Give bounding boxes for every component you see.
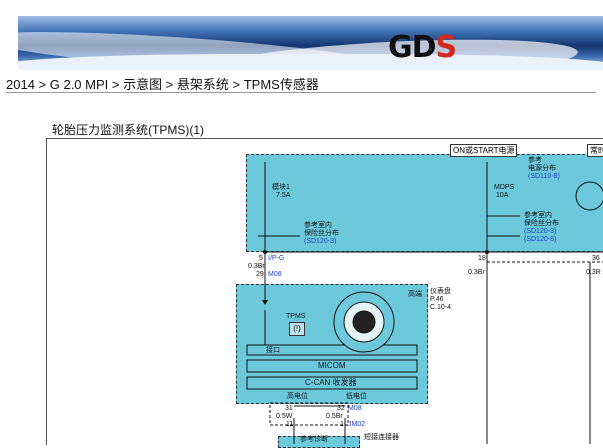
ref-room1-code[interactable]: (SD120-3) xyxy=(304,238,336,246)
wire-0-5w: 0.5W xyxy=(276,413,293,420)
on-start-power-label: ON或START电源 xyxy=(450,144,518,157)
ref-room2-code2[interactable]: (SD120-8) xyxy=(524,236,556,244)
pin-11: 11 xyxy=(286,421,294,428)
ref-room1-label2: 保险丝分布 xyxy=(304,230,339,237)
pin-36: 36 xyxy=(592,255,600,262)
pin-5-label: I/P-G xyxy=(268,255,285,262)
micom-label: MICOM xyxy=(318,361,346,370)
pin-29: 29 xyxy=(256,271,264,278)
wire-0-3r: 0.3R xyxy=(586,269,601,276)
connector-jm02[interactable]: JM02 xyxy=(348,421,365,429)
pin-1: 1 xyxy=(340,421,344,428)
tpms-label: TPMS xyxy=(286,313,306,320)
wiring-diagram xyxy=(246,162,603,444)
short-connector-label: 短接连接器 xyxy=(364,434,399,441)
mdps-fuse-label: MDPS xyxy=(494,184,515,191)
pin-18: 18 xyxy=(478,255,486,262)
ref-room2-code1[interactable]: (SD120-3) xyxy=(524,228,556,236)
pin-32: 32 xyxy=(337,405,345,412)
constant-power-label: 常时 xyxy=(587,144,603,157)
ref-room2-label2: 保险丝分布 xyxy=(524,220,559,227)
ref-room1-label: 参考室内 xyxy=(304,222,332,229)
high-side-label: 高端 xyxy=(408,291,422,298)
low-level-label: 低电位 xyxy=(346,393,367,400)
fuse1-amp: 7.5A xyxy=(276,192,291,199)
fuse1-label: 模块1 xyxy=(272,184,290,191)
tpms-warning-icon: (!) xyxy=(289,322,305,336)
pin-5: 5 xyxy=(259,255,263,262)
ref-power-label: 参考 xyxy=(528,157,542,164)
interface-label: 接口 xyxy=(266,347,280,354)
connector-m08[interactable]: M08 xyxy=(268,271,282,279)
ref-bottom-label: 参考诊断 xyxy=(300,436,328,443)
wire-0-5br: 0.5Br xyxy=(326,413,343,420)
wire-0-3br-2: 0.3Br xyxy=(468,269,485,276)
high-level-label: 高电位 xyxy=(287,393,308,400)
ref-power-code[interactable]: (SD110-8) xyxy=(528,173,560,181)
cluster-code2: C.10-4 xyxy=(430,304,452,311)
cluster-title: 仪表盘 xyxy=(430,288,451,295)
wire-0-3br: 0.3Br xyxy=(248,263,265,270)
pin-31: 31 xyxy=(285,405,293,412)
mdps-fuse-amp: 10A xyxy=(496,192,509,199)
ref-room2-label: 参考室内 xyxy=(524,212,552,219)
connector-m08-b[interactable]: M08 xyxy=(348,405,362,413)
cluster-code1: P.46 xyxy=(430,296,444,303)
ref-power-label2: 电源分布 xyxy=(528,165,556,172)
ccan-label: C-CAN 收发器 xyxy=(305,378,357,387)
